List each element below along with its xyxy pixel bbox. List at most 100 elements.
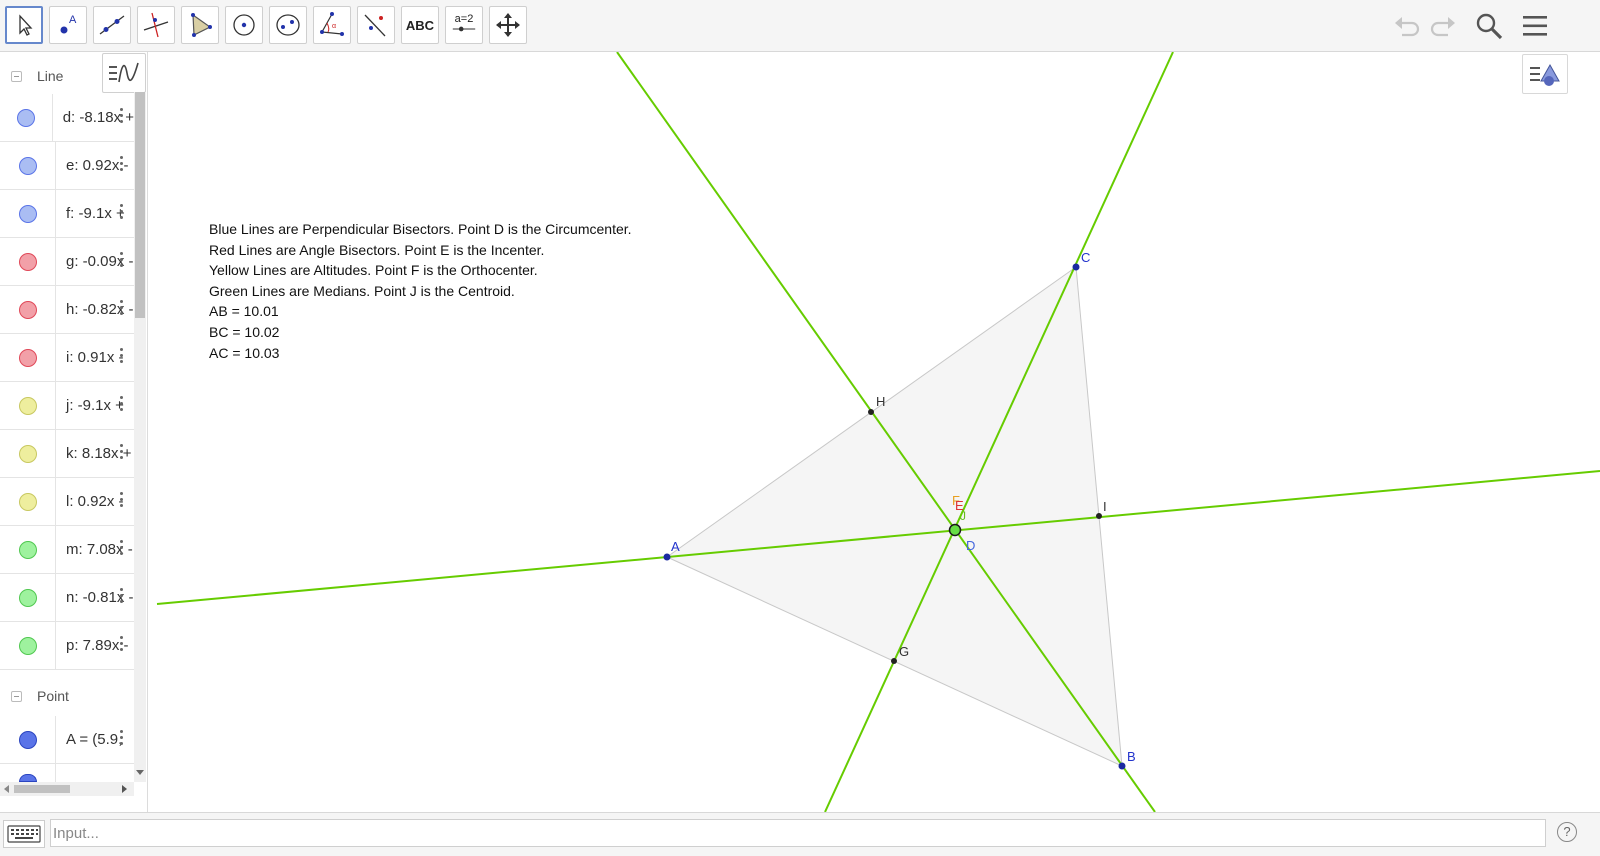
point-A[interactable] bbox=[663, 553, 671, 561]
algebra-item-m[interactable]: m: 7.08x - bbox=[0, 526, 134, 574]
visibility-toggle[interactable] bbox=[18, 348, 37, 367]
group-header-point[interactable]: Point bbox=[0, 676, 134, 716]
more-options-icon[interactable] bbox=[120, 588, 124, 606]
group-title: Line bbox=[37, 68, 64, 84]
more-options-icon[interactable] bbox=[120, 730, 124, 748]
triangle-ABC[interactable] bbox=[666, 266, 1123, 767]
more-options-icon[interactable] bbox=[120, 396, 124, 414]
reflect-tool-button[interactable] bbox=[357, 6, 395, 44]
more-options-icon[interactable] bbox=[120, 156, 124, 174]
visibility-toggle[interactable] bbox=[18, 636, 37, 655]
algebra-item-p[interactable]: p: 7.89x - bbox=[0, 622, 134, 670]
visibility-toggle[interactable] bbox=[18, 204, 37, 223]
geometry-canvas[interactable]: A C B H I G F E J D bbox=[152, 52, 1600, 812]
more-options-icon[interactable] bbox=[120, 636, 124, 654]
point-H[interactable] bbox=[868, 409, 874, 415]
main-menu-button[interactable] bbox=[1518, 10, 1552, 42]
text-tool-label: ABC bbox=[405, 17, 435, 33]
algebra-item-g[interactable]: g: -0.09x - bbox=[0, 238, 134, 286]
slider-tool-button[interactable]: a=2 bbox=[445, 6, 483, 44]
visibility-toggle[interactable] bbox=[18, 300, 37, 319]
point-C[interactable] bbox=[1072, 263, 1080, 271]
style-bar-icon bbox=[109, 62, 139, 83]
visibility-toggle[interactable] bbox=[18, 774, 37, 782]
move-tool-button[interactable] bbox=[5, 6, 43, 44]
polygon-icon bbox=[191, 13, 212, 37]
move-graphics-view-tool-button[interactable] bbox=[489, 6, 527, 44]
algebra-item-i[interactable]: i: 0.91x - bbox=[0, 334, 134, 382]
more-options-icon[interactable] bbox=[120, 252, 124, 270]
undo-button[interactable] bbox=[1390, 10, 1424, 42]
canvas-text-annotation[interactable]: Blue Lines are Perpendicular Bisectors. … bbox=[209, 219, 632, 363]
visibility-toggle[interactable] bbox=[18, 444, 37, 463]
more-options-icon[interactable] bbox=[120, 444, 124, 462]
text-line: AB = 10.01 bbox=[209, 303, 279, 320]
virtual-keyboard-button[interactable] bbox=[3, 820, 45, 848]
algebra-item-k[interactable]: k: 8.18x + bbox=[0, 430, 134, 478]
slider-icon: a=2 bbox=[450, 14, 478, 36]
more-options-icon[interactable] bbox=[120, 108, 124, 126]
text-tool-button[interactable]: ABC bbox=[401, 6, 439, 44]
algebra-horizontal-scrollbar[interactable] bbox=[0, 782, 134, 796]
perpendicular-line-tool-button[interactable] bbox=[137, 6, 175, 44]
label-B: B bbox=[1127, 749, 1136, 764]
visibility-toggle[interactable] bbox=[16, 108, 35, 127]
scroll-down-arrow-icon[interactable] bbox=[136, 768, 144, 776]
more-options-icon[interactable] bbox=[120, 348, 124, 366]
label-J: J bbox=[960, 509, 966, 523]
algebra-item-A[interactable]: A = (5.9, bbox=[0, 716, 134, 764]
algebra-style-bar-toggle[interactable] bbox=[102, 53, 146, 93]
hamburger-menu-icon bbox=[1523, 16, 1547, 36]
polygon-tool-button[interactable] bbox=[181, 6, 219, 44]
algebra-view: Line d: -8.18x + e: 0.92x - f: -9.1x + g… bbox=[0, 52, 148, 812]
search-button[interactable] bbox=[1472, 10, 1506, 42]
visibility-toggle[interactable] bbox=[18, 730, 37, 749]
visibility-toggle[interactable] bbox=[18, 252, 37, 271]
text-line: Yellow Lines are Altitudes. Point F is t… bbox=[209, 262, 538, 279]
more-options-icon[interactable] bbox=[120, 492, 124, 510]
visibility-toggle[interactable] bbox=[18, 540, 37, 559]
more-options-icon[interactable] bbox=[120, 540, 124, 558]
algebra-item-j[interactable]: j: -9.1x + bbox=[0, 382, 134, 430]
point-G[interactable] bbox=[891, 658, 897, 664]
algebra-vertical-scrollbar[interactable] bbox=[134, 92, 146, 782]
algebra-item-d[interactable]: d: -8.18x + bbox=[0, 94, 134, 142]
more-options-icon[interactable] bbox=[120, 204, 124, 222]
more-options-icon[interactable] bbox=[120, 300, 124, 318]
visibility-toggle[interactable] bbox=[18, 588, 37, 607]
algebra-input-field[interactable] bbox=[50, 819, 1546, 847]
point-B[interactable] bbox=[1118, 762, 1126, 770]
keyboard-icon bbox=[7, 825, 41, 843]
point-I[interactable] bbox=[1096, 513, 1102, 519]
ellipse-tool-button[interactable] bbox=[269, 6, 307, 44]
collapse-icon[interactable] bbox=[11, 70, 22, 82]
algebra-item-h[interactable]: h: -0.82x - bbox=[0, 286, 134, 334]
undo-icon bbox=[1395, 17, 1420, 37]
algebra-item-l[interactable]: l: 0.92x - bbox=[0, 478, 134, 526]
visibility-toggle[interactable] bbox=[18, 492, 37, 511]
scroll-right-arrow-icon[interactable] bbox=[120, 785, 128, 793]
circle-tool-button[interactable] bbox=[225, 6, 263, 44]
text-line: Green Lines are Medians. Point J is the … bbox=[209, 282, 515, 299]
point-tool-button[interactable]: A bbox=[49, 6, 87, 44]
text-line: Red Lines are Angle Bisectors. Point E i… bbox=[209, 241, 545, 258]
scrollbar-thumb[interactable] bbox=[135, 92, 145, 318]
algebra-item-next[interactable] bbox=[0, 764, 134, 782]
algebra-item-f[interactable]: f: -9.1x + bbox=[0, 190, 134, 238]
graphics-style-bar-toggle[interactable] bbox=[1522, 54, 1568, 94]
visibility-toggle[interactable] bbox=[18, 396, 37, 415]
scrollbar-thumb[interactable] bbox=[14, 785, 70, 793]
collapse-icon[interactable] bbox=[11, 690, 22, 702]
label-C: C bbox=[1081, 250, 1090, 265]
graphics-view[interactable]: A C B H I G F E J D bbox=[152, 52, 1600, 812]
line-tool-button[interactable] bbox=[93, 6, 131, 44]
ellipse-icon bbox=[276, 14, 300, 36]
scroll-left-arrow-icon[interactable] bbox=[3, 785, 11, 793]
visibility-toggle[interactable] bbox=[18, 156, 37, 175]
algebra-item-n[interactable]: n: -0.81x - bbox=[0, 574, 134, 622]
angle-tool-button[interactable]: α bbox=[313, 6, 351, 44]
help-button[interactable]: ? bbox=[1557, 822, 1577, 842]
redo-button[interactable] bbox=[1426, 10, 1460, 42]
algebra-item-e[interactable]: e: 0.92x - bbox=[0, 142, 134, 190]
point-J-centroid[interactable] bbox=[948, 523, 962, 537]
